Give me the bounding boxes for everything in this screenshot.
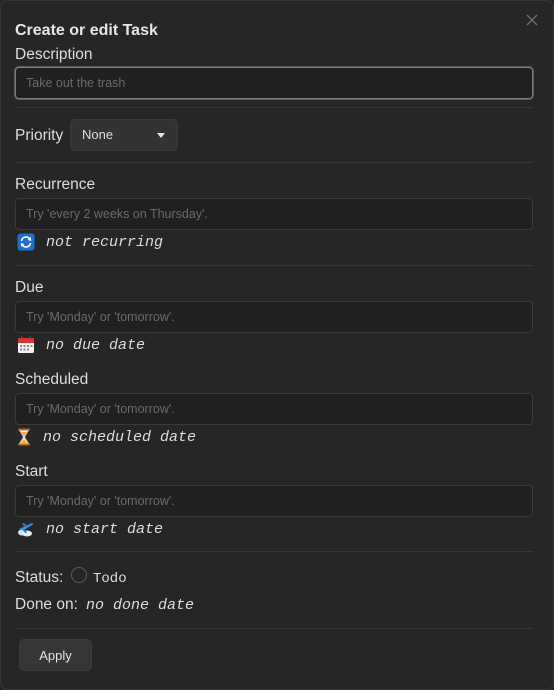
apply-button[interactable]: Apply bbox=[19, 639, 92, 671]
divider bbox=[15, 107, 533, 108]
edit-task-modal: Create or edit Task Description Priority… bbox=[0, 0, 554, 690]
priority-select[interactable]: None bbox=[70, 119, 178, 151]
status-value: Todo bbox=[93, 571, 127, 587]
status-todo-radio[interactable] bbox=[71, 567, 87, 583]
modal-title: Create or edit Task bbox=[15, 22, 158, 39]
divider bbox=[15, 265, 533, 266]
done-on-value: no done date bbox=[86, 597, 195, 614]
repeat-icon bbox=[17, 233, 35, 251]
scheduled-input[interactable] bbox=[15, 393, 533, 425]
scheduled-status: no scheduled date bbox=[17, 427, 196, 447]
start-status: no start date bbox=[17, 519, 163, 539]
status-label: Status: bbox=[15, 569, 64, 586]
recurrence-input[interactable] bbox=[15, 198, 533, 230]
calendar-icon bbox=[17, 336, 35, 354]
airplane-departure-icon bbox=[17, 520, 35, 538]
description-label: Description bbox=[15, 46, 93, 63]
divider bbox=[15, 162, 533, 163]
recurrence-status-text: not recurring bbox=[46, 233, 164, 251]
hourglass-icon bbox=[17, 428, 31, 446]
due-label: Due bbox=[15, 279, 44, 296]
divider bbox=[15, 628, 533, 629]
due-input[interactable] bbox=[15, 301, 533, 333]
due-status-text: no due date bbox=[46, 336, 146, 354]
scheduled-status-text: no scheduled date bbox=[43, 428, 197, 446]
scheduled-label: Scheduled bbox=[15, 371, 89, 388]
recurrence-label: Recurrence bbox=[15, 176, 96, 193]
chevron-down-icon bbox=[157, 133, 165, 138]
start-input[interactable] bbox=[15, 485, 533, 517]
start-status-text: no start date bbox=[46, 520, 164, 538]
due-status: no due date bbox=[17, 335, 145, 355]
divider bbox=[15, 551, 533, 552]
description-input[interactable] bbox=[15, 67, 533, 99]
recurrence-status: not recurring bbox=[17, 232, 163, 252]
priority-selected-value: None bbox=[82, 127, 114, 142]
done-on-label: Done on: bbox=[15, 596, 78, 613]
close-icon[interactable] bbox=[525, 13, 539, 27]
start-label: Start bbox=[15, 463, 48, 480]
priority-label: Priority bbox=[15, 127, 64, 144]
